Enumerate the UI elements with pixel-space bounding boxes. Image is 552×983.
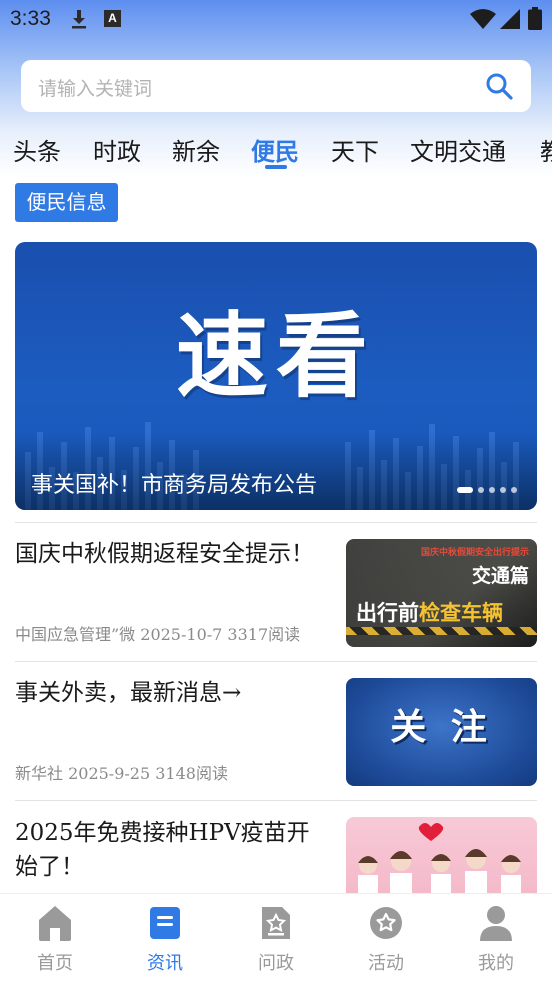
profile-icon <box>480 906 512 941</box>
thumb-main-text: 关 注 <box>390 707 493 748</box>
wifi-icon <box>470 9 496 29</box>
divider <box>15 800 537 801</box>
news-title[interactable]: 国庆中秋假期返程安全提示！ <box>15 537 320 571</box>
news-title[interactable]: 2025年免费接种HPV疫苗开始了！ <box>15 816 320 884</box>
search-input[interactable]: 请输入关键词 <box>21 60 531 112</box>
activity-icon <box>370 907 402 939</box>
nav-label: 我的 <box>478 953 514 974</box>
category-tabs: 头条 时政 新余 便民 天下 文明交通 教 <box>0 128 552 174</box>
thumb-main-text: 出行前检查车辆 <box>356 601 503 625</box>
carousel-indicator <box>452 487 517 493</box>
nav-label: 活动 <box>368 953 404 974</box>
search-placeholder: 请输入关键词 <box>38 78 153 100</box>
home-icon <box>39 906 71 941</box>
news-thumbnail[interactable]: 国庆中秋假期安全出行提示 交通篇 出行前检查车辆 <box>346 539 537 647</box>
carousel-dot[interactable] <box>457 487 473 493</box>
thumb-stripe <box>346 627 537 635</box>
tab-politics[interactable]: 时政 <box>93 132 141 167</box>
status-time: 3:33 <box>10 7 51 30</box>
nav-activity[interactable]: 活动 <box>331 894 441 983</box>
news-thumbnail[interactable]: 关 注 <box>346 678 537 786</box>
carousel-dot[interactable] <box>511 487 517 493</box>
notification-badge-icon: A <box>104 10 121 27</box>
thumb-illustration <box>358 823 521 893</box>
nav-label: 首页 <box>37 953 73 974</box>
carousel-dot[interactable] <box>489 487 495 493</box>
status-bar: 3:33 A <box>0 0 552 38</box>
news-meta: 中国应急管理”微 2025-10-7 3317阅读 <box>15 625 301 644</box>
tab-headlines[interactable]: 头条 <box>13 132 61 167</box>
inquiry-icon <box>262 907 290 939</box>
download-icon <box>72 10 86 29</box>
tab-convenience[interactable]: 便民 <box>251 132 299 167</box>
battery-icon <box>528 7 542 30</box>
news-meta: 新华社 2025-9-25 3148阅读 <box>15 764 228 783</box>
nav-label: 问政 <box>258 953 294 974</box>
news-title[interactable]: 事关外卖，最新消息→ <box>15 676 320 710</box>
nav-news[interactable]: 资讯 <box>110 894 220 983</box>
search-icon[interactable] <box>485 72 513 100</box>
active-tab-indicator <box>265 165 287 169</box>
banner-caption: 事关国补！市商务局发布公告 <box>31 473 318 498</box>
divider <box>15 661 537 662</box>
tab-civilized-traffic[interactable]: 文明交通 <box>410 132 506 167</box>
thumb-mid-text: 交通篇 <box>471 565 529 587</box>
nav-label: 资讯 <box>147 953 183 974</box>
news-icon <box>150 907 180 939</box>
tab-education[interactable]: 教 <box>540 132 552 167</box>
banner-carousel[interactable]: 速看 事关国补！市商务局发布公告 <box>15 242 537 510</box>
section-badge: 便民信息 <box>15 183 118 222</box>
signal-icon <box>500 9 520 29</box>
divider <box>15 522 537 523</box>
thumb-top-text: 国庆中秋假期安全出行提示 <box>420 548 529 558</box>
nav-home[interactable]: 首页 <box>0 894 110 983</box>
banner-image-text: 速看 <box>175 303 376 410</box>
carousel-dot[interactable] <box>500 487 506 493</box>
nav-profile[interactable]: 我的 <box>441 894 551 983</box>
nav-inquiry[interactable]: 问政 <box>221 894 331 983</box>
tab-xinyu[interactable]: 新余 <box>172 132 220 167</box>
bottom-navigation: 首页 资讯 问政 活动 我的 <box>0 893 552 983</box>
carousel-dot[interactable] <box>478 487 484 493</box>
tab-world[interactable]: 天下 <box>331 132 379 167</box>
